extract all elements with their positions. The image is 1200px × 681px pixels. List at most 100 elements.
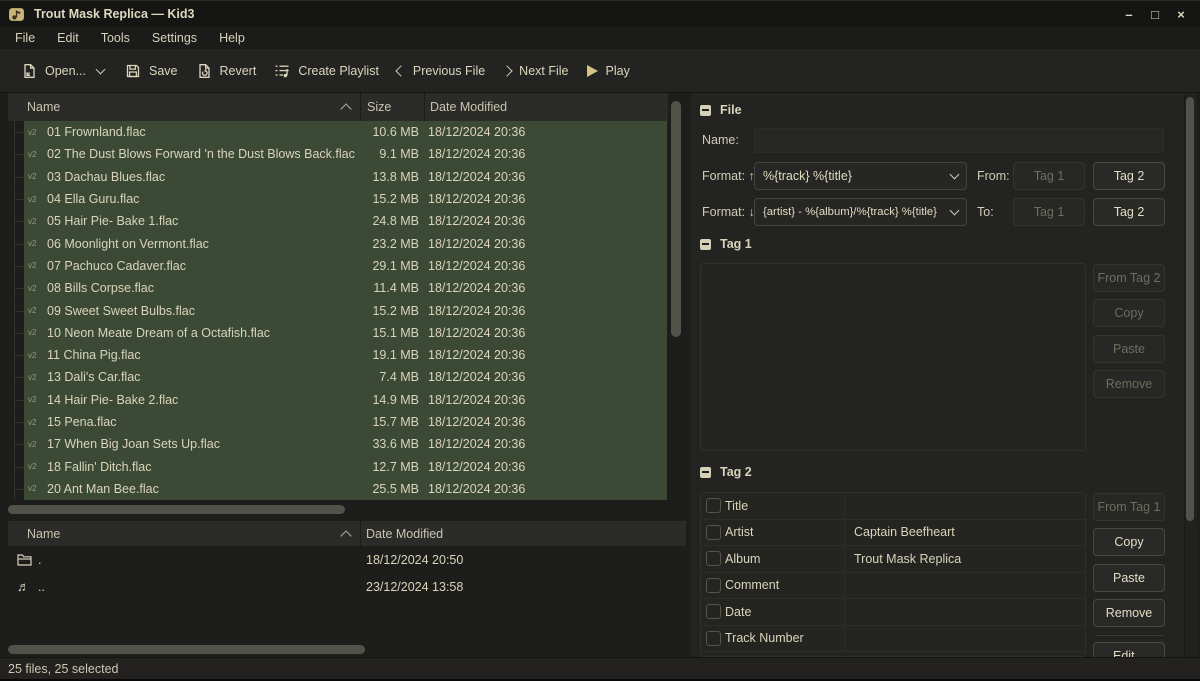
dir-row[interactable]: ♬..23/12/2024 13:58	[8, 573, 686, 600]
format-to-label: Format: ↓	[702, 198, 755, 226]
tag2-field-row-comment[interactable]: Comment	[701, 573, 1085, 600]
next-file-button[interactable]: Next File	[494, 58, 577, 84]
file-row[interactable]: v205 Hair Pie- Bake 1.flac24.8 MB18/12/2…	[8, 210, 686, 232]
tag1-section-title: Tag 1	[720, 237, 752, 251]
checkbox[interactable]	[706, 604, 721, 619]
file-row[interactable]: v210 Neon Meate Dream of a Octafish.flac…	[8, 322, 686, 344]
create-playlist-button[interactable]: Create Playlist	[265, 57, 388, 85]
file-size: 15.7 MB	[360, 411, 424, 433]
file-modified: 18/12/2024 20:36	[424, 366, 667, 388]
tag2-paste-button[interactable]: Paste	[1093, 564, 1165, 592]
tree-branch-icon	[8, 433, 24, 455]
file-size: 29.1 MB	[360, 255, 424, 277]
play-icon	[587, 65, 598, 77]
dir-list-header-modified[interactable]: Date Modified	[360, 521, 686, 546]
file-row[interactable]: v213 Dali's Car.flac7.4 MB18/12/2024 20:…	[8, 366, 686, 388]
to-tag1-button[interactable]: Tag 1	[1013, 198, 1085, 226]
tag2-field-row-title[interactable]: Title	[701, 493, 1085, 520]
menu-item-help[interactable]: Help	[208, 29, 256, 47]
tag-version-icon: v2	[28, 328, 40, 337]
open-dropdown-button[interactable]	[91, 63, 110, 79]
tag1-section-header: Tag 1	[700, 237, 752, 251]
tag2-fields: TitleArtistCaptain BeefheartAlbumTrout M…	[700, 492, 1086, 657]
tag2-field-row-date[interactable]: Date	[701, 599, 1085, 626]
tag-version-icon: v2	[28, 484, 40, 493]
filename-input[interactable]	[754, 128, 1164, 153]
from-tag2-button[interactable]: Tag 2	[1093, 162, 1165, 190]
from-tag1-button[interactable]: Tag 1	[1013, 162, 1085, 190]
file-name: 02 The Dust Blows Forward 'n the Dust Bl…	[47, 147, 355, 161]
tag2-field-value: Captain Beefheart	[844, 520, 1085, 546]
tag2-remove-button[interactable]: Remove	[1093, 599, 1165, 627]
file-row[interactable]: v202 The Dust Blows Forward 'n the Dust …	[8, 143, 686, 165]
file-size: 10.6 MB	[360, 121, 424, 143]
tree-branch-icon	[8, 277, 24, 299]
minimize-icon[interactable]: –	[1120, 7, 1138, 22]
file-modified: 18/12/2024 20:36	[424, 389, 667, 411]
file-row[interactable]: v204 Ella Guru.flac15.2 MB18/12/2024 20:…	[8, 188, 686, 210]
collapse-icon[interactable]	[700, 105, 711, 116]
tag2-field-row-album[interactable]: AlbumTrout Mask Replica	[701, 546, 1085, 573]
revert-button[interactable]: Revert	[187, 57, 266, 85]
tag2-field-row-artist[interactable]: ArtistCaptain Beefheart	[701, 520, 1085, 547]
file-size: 33.6 MB	[360, 433, 424, 455]
tag-version-icon: v2	[28, 284, 40, 293]
tag2-field-row-track-number[interactable]: Track Number	[701, 626, 1085, 653]
file-row[interactable]: v214 Hair Pie- Bake 2.flac14.9 MB18/12/2…	[8, 389, 686, 411]
checkbox[interactable]	[706, 578, 721, 593]
menu-item-file[interactable]: File	[4, 29, 46, 47]
file-row[interactable]: v211 China Pig.flac19.1 MB18/12/2024 20:…	[8, 344, 686, 366]
tag2-copy-button[interactable]: Copy	[1093, 528, 1165, 556]
menu-item-tools[interactable]: Tools	[90, 29, 141, 47]
collapse-icon[interactable]	[700, 467, 711, 478]
dir-list-header-name[interactable]: Name	[8, 521, 360, 546]
play-button[interactable]: Play	[578, 58, 639, 84]
file-row[interactable]: v208 Bills Corpse.flac11.4 MB18/12/2024 …	[8, 277, 686, 299]
tag1-paste-button[interactable]: Paste	[1093, 335, 1165, 363]
checkbox[interactable]	[706, 631, 721, 646]
checkbox[interactable]	[706, 498, 721, 513]
file-row[interactable]: v220 Ant Man Bee.flac25.5 MB18/12/2024 2…	[8, 478, 686, 500]
tag-panel-vertical-scrollbar-thumb[interactable]	[1186, 97, 1194, 521]
format-from-combobox[interactable]: %{track} %{title}	[754, 162, 967, 190]
file-row[interactable]: v215 Pena.flac15.7 MB18/12/2024 20:36	[8, 411, 686, 433]
tag1-copy-button[interactable]: Copy	[1093, 299, 1165, 327]
save-button[interactable]: Save	[116, 57, 187, 85]
maximize-icon[interactable]: □	[1146, 7, 1164, 22]
tag1-from-tag-2-button[interactable]: From Tag 2	[1093, 264, 1165, 292]
file-list-header-size[interactable]: Size	[360, 93, 424, 121]
dir-list-horizontal-scrollbar-thumb[interactable]	[8, 645, 365, 654]
format-to-combobox[interactable]: {artist} - %{album}/%{track} %{title}	[754, 198, 967, 226]
tag1-remove-button[interactable]: Remove	[1093, 370, 1165, 398]
dir-modified: 18/12/2024 20:50	[360, 553, 686, 567]
previous-file-button-label: Previous File	[413, 64, 485, 78]
checkbox[interactable]	[706, 551, 721, 566]
button-separator	[1095, 635, 1163, 636]
previous-file-button[interactable]: Previous File	[388, 58, 494, 84]
close-icon[interactable]: ×	[1172, 7, 1190, 22]
to-tag2-button[interactable]: Tag 2	[1093, 198, 1165, 226]
dir-row[interactable]: .18/12/2024 20:50	[8, 546, 686, 573]
file-list-vertical-scrollbar-thumb[interactable]	[671, 101, 681, 337]
file-row[interactable]: v207 Pachuco Cadaver.flac29.1 MB18/12/20…	[8, 255, 686, 277]
file-row[interactable]: v217 When Big Joan Sets Up.flac33.6 MB18…	[8, 433, 686, 455]
open-button[interactable]: Open...	[12, 57, 95, 85]
collapse-icon[interactable]	[700, 239, 711, 250]
file-list-horizontal-scrollbar-thumb[interactable]	[8, 505, 345, 514]
file-row[interactable]: v218 Fallin' Ditch.flac12.7 MB18/12/2024…	[8, 455, 686, 477]
tree-branch-icon	[8, 299, 24, 321]
file-row[interactable]: v203 Dachau Blues.flac13.8 MB18/12/2024 …	[8, 166, 686, 188]
menu-item-edit[interactable]: Edit	[46, 29, 90, 47]
file-size: 7.4 MB	[360, 366, 424, 388]
menu-item-settings[interactable]: Settings	[141, 29, 208, 47]
file-row[interactable]: v209 Sweet Sweet Bulbs.flac15.2 MB18/12/…	[8, 299, 686, 321]
tag2-from-tag-1-button[interactable]: From Tag 1	[1093, 493, 1165, 521]
file-name: 11 China Pig.flac	[47, 348, 141, 362]
checkbox[interactable]	[706, 525, 721, 540]
file-row[interactable]: v201 Frownland.flac10.6 MB18/12/2024 20:…	[8, 121, 686, 143]
tag2-edit-button[interactable]: Edit...	[1093, 642, 1165, 657]
file-list-header: Name Size Date Modified	[8, 93, 686, 121]
file-list-header-modified[interactable]: Date Modified	[424, 93, 686, 121]
file-list-header-name[interactable]: Name	[8, 93, 360, 121]
file-row[interactable]: v206 Moonlight on Vermont.flac23.2 MB18/…	[8, 232, 686, 254]
